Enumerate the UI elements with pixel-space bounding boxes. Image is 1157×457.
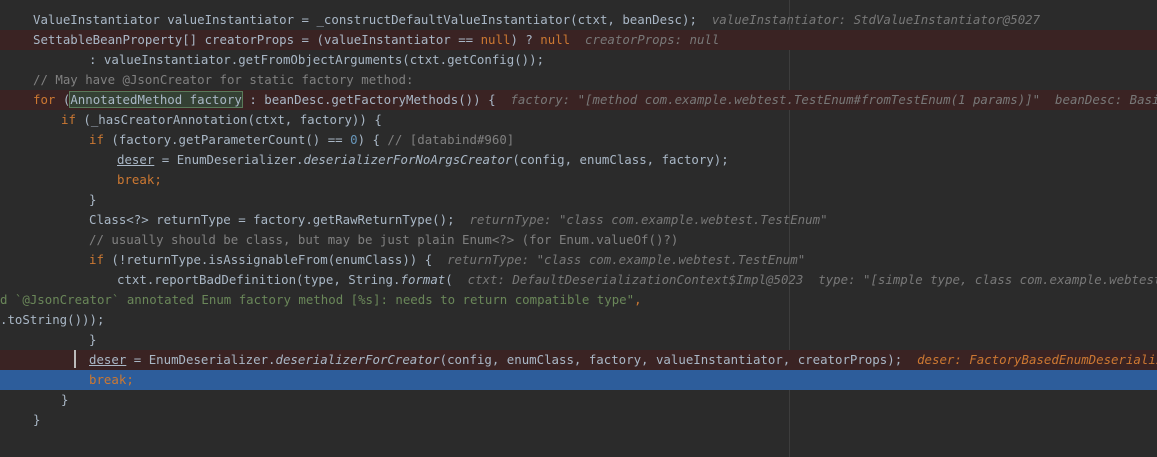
code-line-breakpoint[interactable]: deser = EnumDeserializer.deserializerFor…: [0, 350, 1157, 370]
debug-inline-value: returnType: "class com.example.webtest.T…: [469, 212, 828, 227]
code-line[interactable]: d `@JsonCreator` annotated Enum factory …: [0, 290, 1157, 310]
code-token: null: [540, 32, 571, 47]
code-token: ValueInstantiator valueInstantiator = _c…: [33, 12, 712, 27]
code-token: deser: [117, 152, 155, 167]
code-line[interactable]: }: [0, 410, 1157, 430]
code-token: : valueInstantiator.getFromObjectArgumen…: [89, 52, 545, 67]
code-token: }: [33, 412, 41, 427]
code-token: ctxt.reportBadDefinition(type, String.: [117, 272, 401, 287]
code-token: }: [89, 192, 97, 207]
code-token: : beanDesc.getFactoryMethods()) {: [241, 92, 511, 107]
code-token: }: [61, 392, 69, 407]
code-line[interactable]: }: [0, 390, 1157, 410]
code-token: break: [89, 372, 127, 387]
code-token: for: [33, 92, 56, 107]
code-token: ) ?: [510, 32, 541, 47]
code-token: AnnotatedMethod factory: [69, 91, 243, 108]
debug-inline-value: valueInstantiator: StdValueInstantiator@…: [711, 12, 1041, 27]
debug-inline-value: returnType: "class com.example.webtest.T…: [447, 252, 806, 267]
code-line[interactable]: // usually should be class, but may be j…: [0, 230, 1157, 250]
code-line[interactable]: ValueInstantiator valueInstantiator = _c…: [0, 10, 1157, 30]
code-token: }: [89, 332, 97, 347]
code-token: (config, enumClass, factory, valueInstan…: [439, 352, 918, 367]
code-token: if: [61, 112, 76, 127]
code-token: deser: [89, 352, 127, 367]
code-token: format: [400, 272, 446, 287]
code-token: (factory.getParameterCount() ==: [103, 132, 351, 147]
code-token: = EnumDeserializer.: [154, 152, 304, 167]
code-token: d `@JsonCreator` annotated Enum factory …: [0, 292, 635, 307]
code-token: // usually should be class, but may be j…: [89, 232, 679, 247]
code-line[interactable]: Class<?> returnType = factory.getRawRetu…: [0, 210, 1157, 230]
code-token: if: [89, 132, 104, 147]
code-token: deserializerForNoArgsCreator: [303, 152, 513, 167]
code-token: (!returnType.isAssignableFrom(enumClass)…: [103, 252, 448, 267]
code-token: // [databind#960]: [387, 132, 515, 147]
code-token: ,: [634, 292, 642, 307]
code-token: break: [117, 172, 155, 187]
code-token: (_hasCreatorAnnotation(ctxt, factory)) {: [75, 112, 382, 127]
code-line[interactable]: break;: [0, 170, 1157, 190]
code-line[interactable]: if (_hasCreatorAnnotation(ctxt, factory)…: [0, 110, 1157, 130]
code-token: SettableBeanProperty[] creatorProps = (v…: [33, 32, 481, 47]
code-line[interactable]: .toString()));: [0, 310, 1157, 330]
code-line[interactable]: if (factory.getParameterCount() == 0) { …: [0, 130, 1157, 150]
debug-inline-value: ctxt: DefaultDeserializationContext$Impl…: [467, 272, 1157, 287]
code-token: (config, enumClass, factory);: [512, 152, 729, 167]
code-line[interactable]: }: [0, 190, 1157, 210]
code-token: ;: [126, 372, 134, 387]
code-line[interactable]: deser = EnumDeserializer.deserializerFor…: [0, 150, 1157, 170]
code-token: null: [480, 32, 511, 47]
code-token: ) {: [357, 132, 388, 147]
debug-inline-value: deser: FactoryBasedEnumDeserializer@5092: [917, 352, 1157, 367]
code-line[interactable]: : valueInstantiator.getFromObjectArgumen…: [0, 50, 1157, 70]
code-token: // May have @JsonCreator for static fact…: [33, 72, 414, 87]
debug-inline-value: factory: "[method com.example.webtest.Te…: [510, 92, 1157, 107]
code-line[interactable]: // May have @JsonCreator for static fact…: [0, 70, 1157, 90]
code-token: (: [445, 272, 468, 287]
code-line-current-execution[interactable]: break;: [0, 370, 1157, 390]
code-token: ;: [154, 172, 162, 187]
debug-inline-value: creatorProps: null: [585, 32, 720, 47]
code-token: (: [55, 92, 71, 107]
code-line[interactable]: if (!returnType.isAssignableFrom(enumCla…: [0, 250, 1157, 270]
code-editor[interactable]: ValueInstantiator valueInstantiator = _c…: [0, 0, 1157, 457]
code-token: = EnumDeserializer.: [126, 352, 276, 367]
code-token: Class<?> returnType = factory.getRawRetu…: [89, 212, 470, 227]
code-line[interactable]: }: [0, 330, 1157, 350]
code-line-breakpoint[interactable]: for (AnnotatedMethod factory : beanDesc.…: [0, 90, 1157, 110]
code-token: .toString()));: [0, 312, 105, 327]
code-line-breakpoint[interactable]: SettableBeanProperty[] creatorProps = (v…: [0, 30, 1157, 50]
code-token: deserializerForCreator: [275, 352, 440, 367]
text-caret: [74, 350, 76, 368]
code-line[interactable]: ctxt.reportBadDefinition(type, String.fo…: [0, 270, 1157, 290]
code-token: if: [89, 252, 104, 267]
code-token: 0: [350, 132, 358, 147]
